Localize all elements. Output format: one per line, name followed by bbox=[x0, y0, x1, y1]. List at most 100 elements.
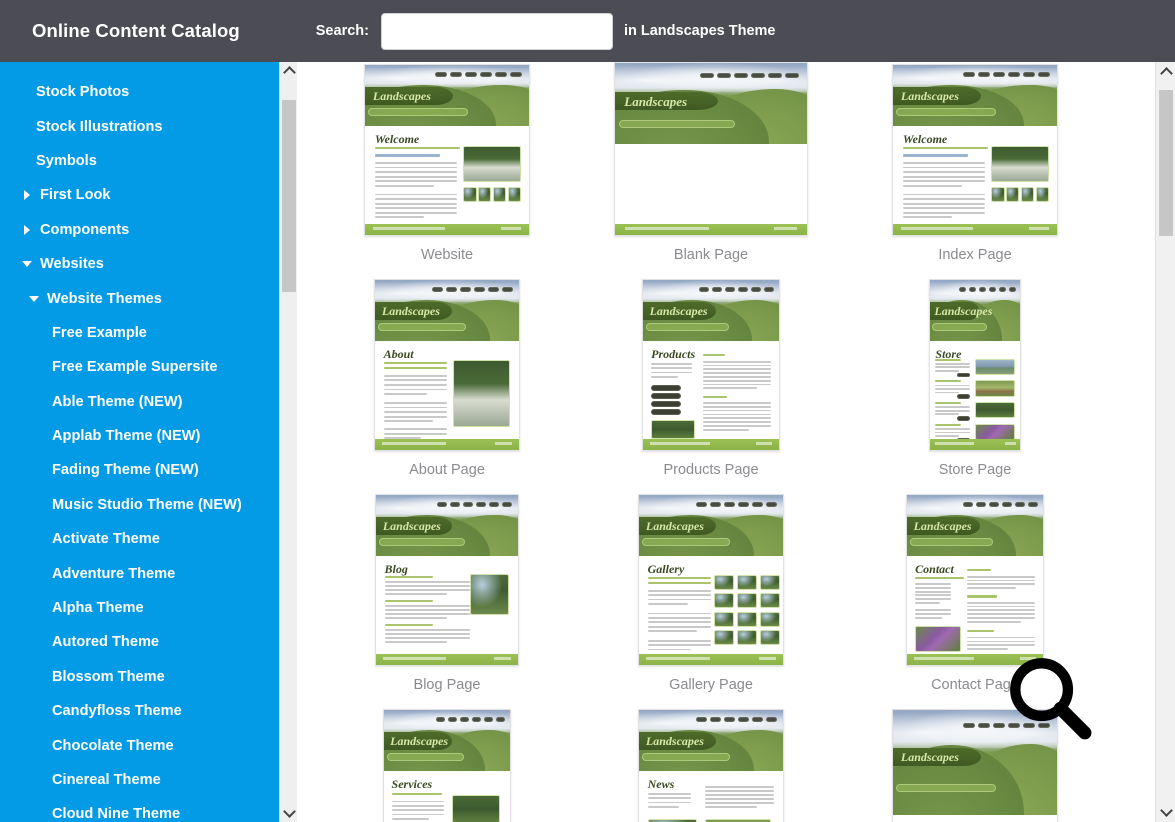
nav-pill[interactable] bbox=[460, 717, 469, 722]
thumbnail-cell[interactable]: LandscapesAboutAbout Page bbox=[315, 279, 579, 494]
nav-pill[interactable] bbox=[738, 287, 748, 292]
nav-pill[interactable] bbox=[963, 723, 975, 728]
nav-pill[interactable] bbox=[1038, 72, 1050, 77]
nav-pill[interactable] bbox=[978, 72, 990, 77]
nav-pill[interactable] bbox=[710, 502, 721, 507]
nav-pill[interactable] bbox=[484, 717, 493, 722]
nav-pill[interactable] bbox=[502, 287, 513, 292]
product-nav-button[interactable] bbox=[651, 393, 681, 399]
sidebar-item-alpha-theme[interactable]: Alpha Theme bbox=[0, 591, 297, 625]
nav-pill[interactable] bbox=[474, 287, 485, 292]
sidebar-item-music-studio-theme-new[interactable]: Music Studio Theme (NEW) bbox=[0, 488, 297, 522]
page-thumbnail[interactable]: LandscapesAbout bbox=[374, 279, 520, 451]
nav-pill[interactable] bbox=[480, 72, 492, 77]
search-input[interactable] bbox=[381, 13, 613, 50]
thumbnail-cell[interactable]: Landscapes bbox=[843, 709, 1107, 822]
nav-pill[interactable] bbox=[1008, 72, 1020, 77]
sidebar-item-adventure-theme[interactable]: Adventure Theme bbox=[0, 556, 297, 590]
triangle-right-icon[interactable] bbox=[20, 187, 36, 203]
nav-pill[interactable] bbox=[989, 502, 999, 507]
thumbnail-cell[interactable]: LandscapesBlogBlog Page bbox=[315, 494, 579, 709]
sidebar-item-blossom-theme[interactable]: Blossom Theme bbox=[0, 660, 297, 694]
sidebar-scroll-up-button[interactable] bbox=[280, 62, 297, 80]
sidebar-item-chocolate-theme[interactable]: Chocolate Theme bbox=[0, 728, 297, 762]
sidebar-scrollbar-thumb[interactable] bbox=[282, 100, 296, 292]
thumbnail-cell[interactable]: LandscapesBlank Page bbox=[579, 62, 843, 279]
page-thumbnail[interactable]: LandscapesContact bbox=[906, 494, 1044, 666]
sidebar-item-candyfloss-theme[interactable]: Candyfloss Theme bbox=[0, 694, 297, 728]
content-scroll-up-button[interactable] bbox=[1156, 62, 1175, 82]
nav-pill[interactable] bbox=[696, 502, 707, 507]
nav-pill[interactable] bbox=[734, 73, 748, 78]
triangle-right-icon[interactable] bbox=[20, 222, 36, 238]
page-thumbnail[interactable]: LandscapesProducts bbox=[642, 279, 780, 451]
nav-pill[interactable] bbox=[1023, 723, 1035, 728]
nav-pill[interactable] bbox=[766, 502, 777, 507]
page-thumbnail[interactable]: LandscapesWelcome bbox=[892, 64, 1058, 236]
thumbnail-cell[interactable]: LandscapesGalleryGallery Page bbox=[579, 494, 843, 709]
sidebar-item-autored-theme[interactable]: Autored Theme bbox=[0, 625, 297, 659]
sidebar-item-free-example[interactable]: Free Example bbox=[0, 316, 297, 350]
nav-pill[interactable] bbox=[437, 502, 447, 507]
triangle-down-icon[interactable] bbox=[20, 256, 36, 272]
sidebar-item-stock-photos[interactable]: Stock Photos bbox=[0, 75, 297, 109]
nav-pill[interactable] bbox=[496, 717, 505, 722]
nav-pill[interactable] bbox=[738, 717, 749, 722]
thumbnail-cell[interactable]: LandscapesNews bbox=[579, 709, 843, 822]
content-scrollbar-thumb[interactable] bbox=[1159, 90, 1173, 236]
nav-pill[interactable] bbox=[1028, 502, 1038, 507]
nav-pill[interactable] bbox=[435, 72, 447, 77]
thumbnail-cell[interactable]: LandscapesStoreStore Page bbox=[843, 279, 1107, 494]
buy-button[interactable] bbox=[957, 373, 970, 377]
nav-pill[interactable] bbox=[448, 717, 457, 722]
triangle-down-icon[interactable] bbox=[27, 291, 43, 307]
nav-pill[interactable] bbox=[510, 72, 522, 77]
nav-pill[interactable] bbox=[436, 717, 445, 722]
nav-pill[interactable] bbox=[717, 73, 731, 78]
page-thumbnail[interactable]: LandscapesGallery bbox=[638, 494, 784, 666]
sidebar-item-cloud-nine-theme[interactable]: Cloud Nine Theme bbox=[0, 797, 297, 822]
content-scrollbar[interactable] bbox=[1155, 62, 1175, 822]
nav-pill[interactable] bbox=[724, 502, 735, 507]
thumbnail-cell[interactable]: LandscapesServices bbox=[315, 709, 579, 822]
page-thumbnail[interactable]: Landscapes bbox=[614, 62, 808, 236]
nav-pill[interactable] bbox=[1023, 72, 1035, 77]
nav-pill[interactable] bbox=[472, 717, 481, 722]
nav-pill[interactable] bbox=[764, 287, 774, 292]
sidebar-item-websites[interactable]: Websites bbox=[0, 247, 297, 281]
page-thumbnail[interactable]: LandscapesBlog bbox=[375, 494, 519, 666]
nav-pill[interactable] bbox=[476, 502, 486, 507]
sidebar-item-cinereal-theme[interactable]: Cinereal Theme bbox=[0, 763, 297, 797]
page-thumbnail[interactable]: LandscapesNews bbox=[638, 709, 784, 822]
nav-pill[interactable] bbox=[752, 717, 763, 722]
nav-pill[interactable] bbox=[963, 502, 973, 507]
buy-button[interactable] bbox=[957, 394, 970, 398]
nav-pill[interactable] bbox=[969, 287, 976, 292]
page-thumbnail[interactable]: LandscapesStore bbox=[929, 279, 1021, 451]
nav-pill[interactable] bbox=[989, 287, 996, 292]
page-thumbnail[interactable]: LandscapesWelcome bbox=[364, 64, 530, 236]
thumbnail-cell[interactable]: LandscapesWelcomeIndex Page bbox=[843, 64, 1107, 279]
nav-pill[interactable] bbox=[1009, 287, 1016, 292]
nav-pill[interactable] bbox=[450, 502, 460, 507]
sidebar-item-activate-theme[interactable]: Activate Theme bbox=[0, 522, 297, 556]
nav-pill[interactable] bbox=[488, 287, 499, 292]
nav-pill[interactable] bbox=[696, 717, 707, 722]
nav-pill[interactable] bbox=[979, 287, 986, 292]
nav-pill[interactable] bbox=[724, 717, 735, 722]
sidebar-scrollbar[interactable] bbox=[279, 62, 297, 822]
sidebar-scroll-down-button[interactable] bbox=[280, 804, 297, 822]
nav-pill[interactable] bbox=[993, 72, 1005, 77]
nav-pill[interactable] bbox=[502, 502, 512, 507]
sidebar-item-able-theme-new[interactable]: Able Theme (NEW) bbox=[0, 385, 297, 419]
nav-pill[interactable] bbox=[751, 287, 761, 292]
nav-pill[interactable] bbox=[489, 502, 499, 507]
nav-pill[interactable] bbox=[699, 287, 709, 292]
product-nav-button[interactable] bbox=[651, 409, 681, 415]
nav-pill[interactable] bbox=[725, 287, 735, 292]
nav-pill[interactable] bbox=[712, 287, 722, 292]
thumbnail-cell[interactable]: LandscapesProductsProducts Page bbox=[579, 279, 843, 494]
page-thumbnail[interactable]: LandscapesServices bbox=[383, 709, 511, 822]
nav-pill[interactable] bbox=[963, 72, 975, 77]
nav-pill[interactable] bbox=[465, 72, 477, 77]
